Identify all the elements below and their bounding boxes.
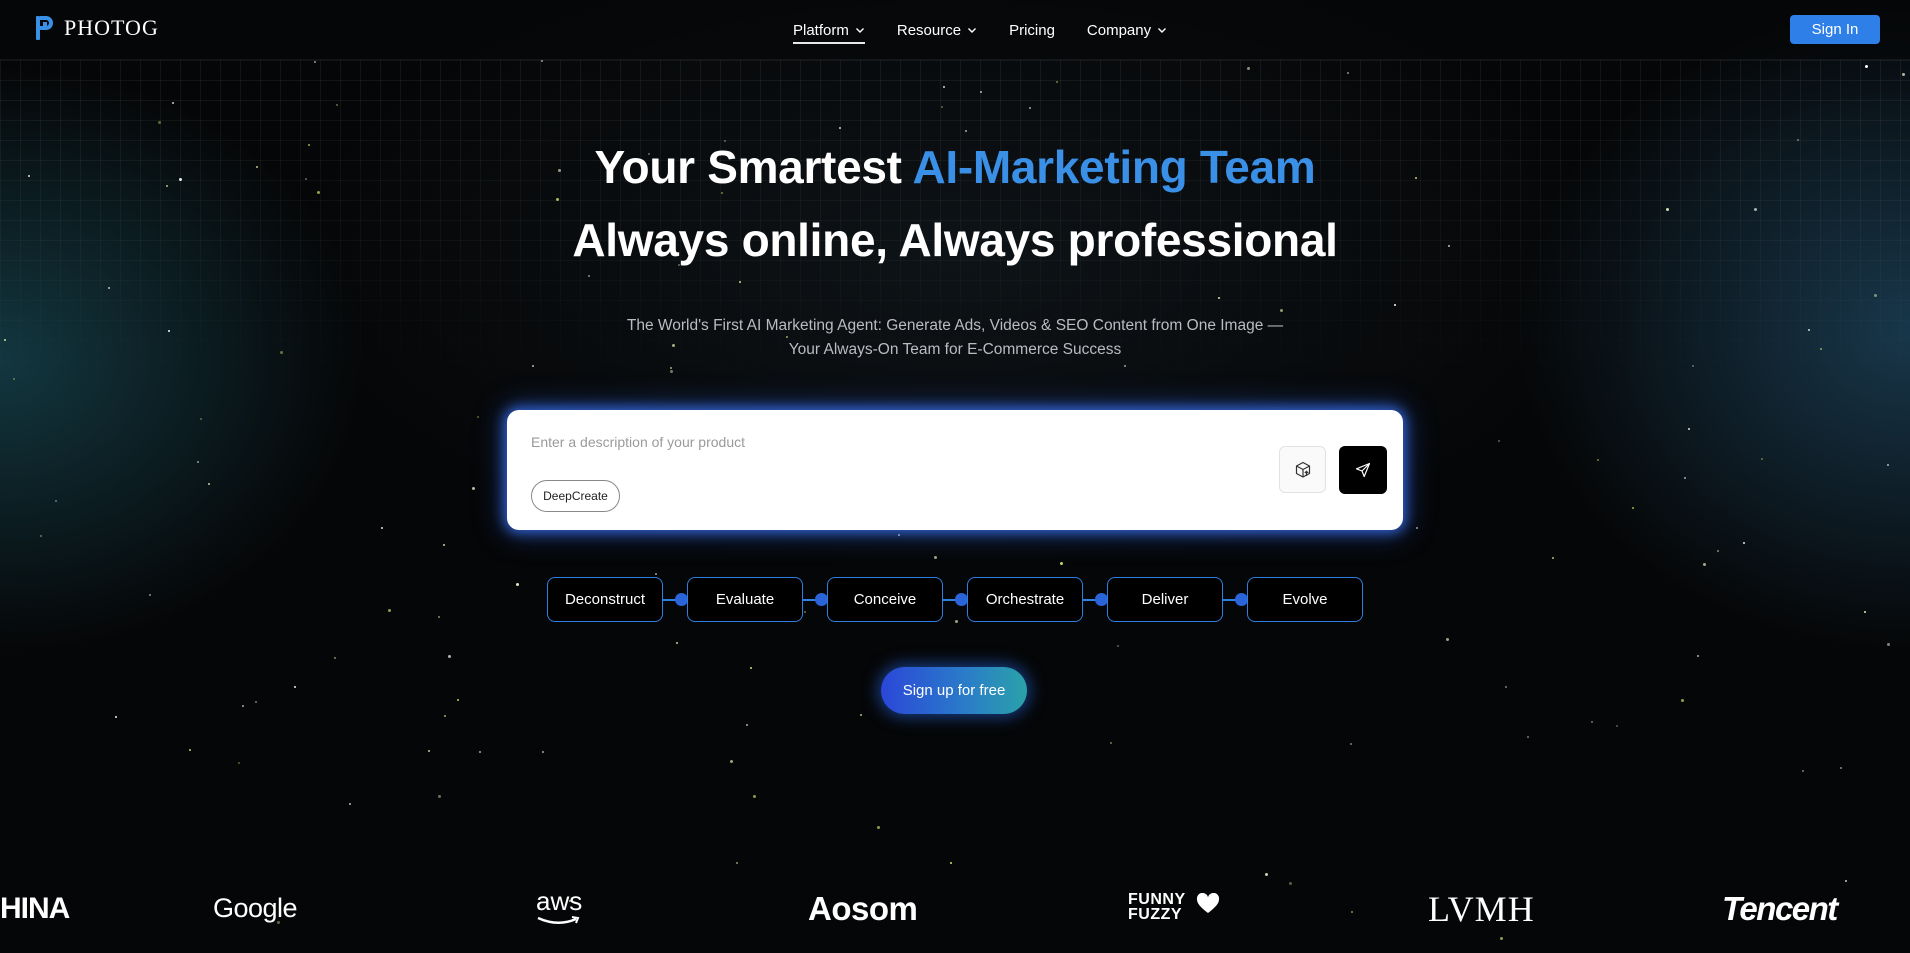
logo-text: PHOTOG bbox=[64, 15, 159, 40]
nav-item-pricing[interactable]: Pricing bbox=[1009, 0, 1055, 60]
brand-logo-china: HINA bbox=[0, 892, 70, 925]
nav-item-platform[interactable]: Platform bbox=[793, 0, 865, 60]
nav-item-label: Platform bbox=[793, 21, 849, 39]
brand-logo-strip: HINA Google aws Aosom FUNNY FUZZY LVMH T… bbox=[0, 880, 1910, 940]
heart-icon bbox=[1196, 893, 1220, 913]
step-deconstruct[interactable]: Deconstruct bbox=[547, 577, 663, 622]
product-prompt-card: DeepCreate bbox=[507, 410, 1403, 530]
deepcreate-chip[interactable]: DeepCreate bbox=[531, 480, 620, 512]
brand-funny-line2: FUZZY bbox=[1128, 906, 1183, 923]
box-upload-icon bbox=[1295, 461, 1310, 478]
hero-title-accent: AI-Marketing Team bbox=[912, 141, 1316, 193]
nav-item-resource[interactable]: Resource bbox=[897, 0, 977, 60]
chevron-down-icon bbox=[968, 28, 977, 33]
workflow-steps: Deconstruct Evaluate Conceive Orchestrat… bbox=[547, 577, 1367, 622]
hero-subtitle-line1: The World's First AI Marketing Agent: Ge… bbox=[626, 317, 1284, 334]
send-button[interactable] bbox=[1339, 446, 1387, 494]
sign-up-free-button[interactable]: Sign up for free bbox=[881, 667, 1027, 714]
photog-logo-icon bbox=[36, 16, 53, 40]
step-evaluate[interactable]: Evaluate bbox=[687, 577, 803, 622]
aws-smile-icon bbox=[537, 916, 580, 924]
chevron-down-icon bbox=[1158, 28, 1167, 33]
hero-title-prefix: Your Smartest bbox=[594, 141, 913, 193]
step-deliver[interactable]: Deliver bbox=[1107, 577, 1223, 622]
nav-item-label: Resource bbox=[896, 21, 962, 39]
hero-title-line1: Your Smartest AI-Marketing Team bbox=[0, 140, 1910, 194]
brand-logo-lvmh: LVMH bbox=[1428, 889, 1535, 929]
main-menu: Platform Resource Pricing Company bbox=[793, 0, 1199, 60]
brand-logo-aosom: Aosom bbox=[808, 890, 918, 927]
brand-logo-aws: aws bbox=[536, 886, 583, 916]
product-description-input[interactable] bbox=[531, 434, 1231, 450]
hero-title-line2: Always online, Always professional bbox=[572, 214, 1338, 266]
nav-item-label: Company bbox=[1086, 21, 1152, 39]
upload-product-button[interactable] bbox=[1279, 446, 1326, 493]
hero-subtitle: The World's First AI Marketing Agent: Ge… bbox=[0, 314, 1910, 362]
brand-logo-tencent: Tencent bbox=[1722, 890, 1838, 927]
nav-item-company[interactable]: Company bbox=[1087, 0, 1167, 60]
sign-in-button[interactable]: Sign In bbox=[1790, 15, 1880, 44]
hero-subtitle-line2: Your Always-On Team for E-Commerce Succe… bbox=[788, 341, 1122, 358]
top-navbar: PHOTOG Platform Resource Pricing Company… bbox=[0, 0, 1910, 60]
step-conceive[interactable]: Conceive bbox=[827, 577, 943, 622]
brand-logo-google: Google bbox=[213, 893, 298, 923]
nav-item-label: Pricing bbox=[1009, 21, 1055, 39]
paper-plane-icon bbox=[1355, 462, 1371, 478]
logo[interactable]: PHOTOG bbox=[34, 14, 159, 42]
step-evolve[interactable]: Evolve bbox=[1247, 577, 1363, 622]
step-orchestrate[interactable]: Orchestrate bbox=[967, 577, 1083, 622]
chevron-down-icon bbox=[855, 28, 864, 33]
brand-logo-funny-fuzzy: FUNNY FUZZY bbox=[1128, 892, 1186, 923]
